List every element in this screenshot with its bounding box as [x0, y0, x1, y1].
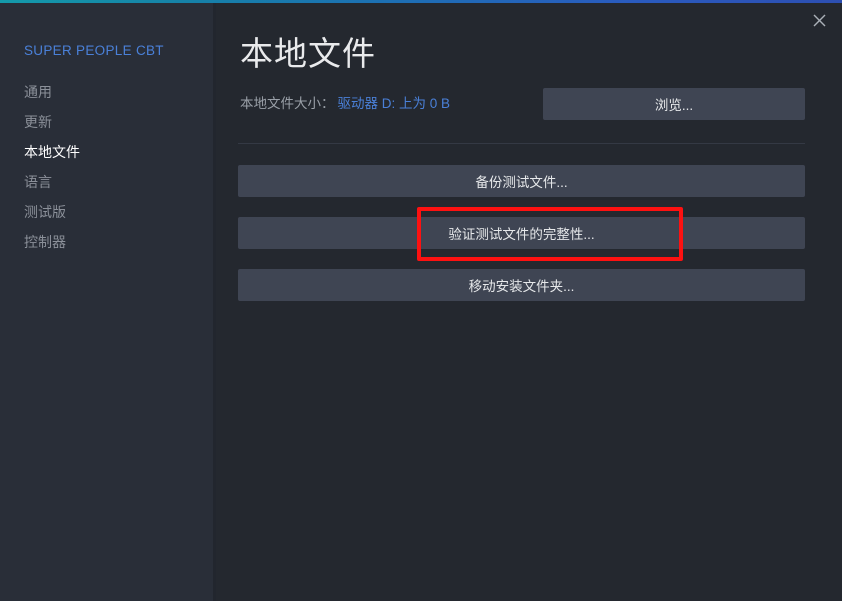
sidebar-app-title: SUPER PEOPLE CBT	[24, 43, 164, 58]
sidebar-item-general[interactable]: 通用	[24, 83, 52, 101]
local-files-size-value[interactable]: 驱动器 D: 上为 0 B	[338, 96, 451, 111]
sidebar-item-local-files[interactable]: 本地文件	[24, 143, 80, 161]
main-content-panel: 本地文件 本地文件大小： 驱动器 D: 上为 0 B 浏览... 备份测试文件..…	[216, 3, 842, 601]
browse-button[interactable]: 浏览...	[543, 88, 805, 120]
verify-integrity-button[interactable]: 验证测试文件的完整性...	[238, 217, 805, 249]
sidebar-item-language[interactable]: 语言	[24, 173, 52, 191]
close-button[interactable]	[804, 7, 834, 33]
sidebar: SUPER PEOPLE CBT 通用 更新 本地文件 语言 测试版 控制器	[0, 3, 213, 601]
sidebar-item-updates[interactable]: 更新	[24, 113, 52, 131]
local-files-size-row: 本地文件大小： 驱动器 D: 上为 0 B	[240, 95, 450, 113]
sidebar-item-controller[interactable]: 控制器	[24, 233, 66, 251]
local-files-size-label: 本地文件大小：	[240, 96, 335, 111]
section-divider	[238, 143, 805, 144]
page-title: 本地文件	[240, 35, 376, 72]
move-install-folder-button[interactable]: 移动安装文件夹...	[238, 269, 805, 301]
close-icon	[813, 14, 826, 27]
sidebar-item-betas[interactable]: 测试版	[24, 203, 66, 221]
backup-game-files-button[interactable]: 备份测试文件...	[238, 165, 805, 197]
window-accent-bar	[0, 0, 842, 3]
steam-game-properties-window: SUPER PEOPLE CBT 通用 更新 本地文件 语言 测试版 控制器 本…	[0, 0, 842, 601]
